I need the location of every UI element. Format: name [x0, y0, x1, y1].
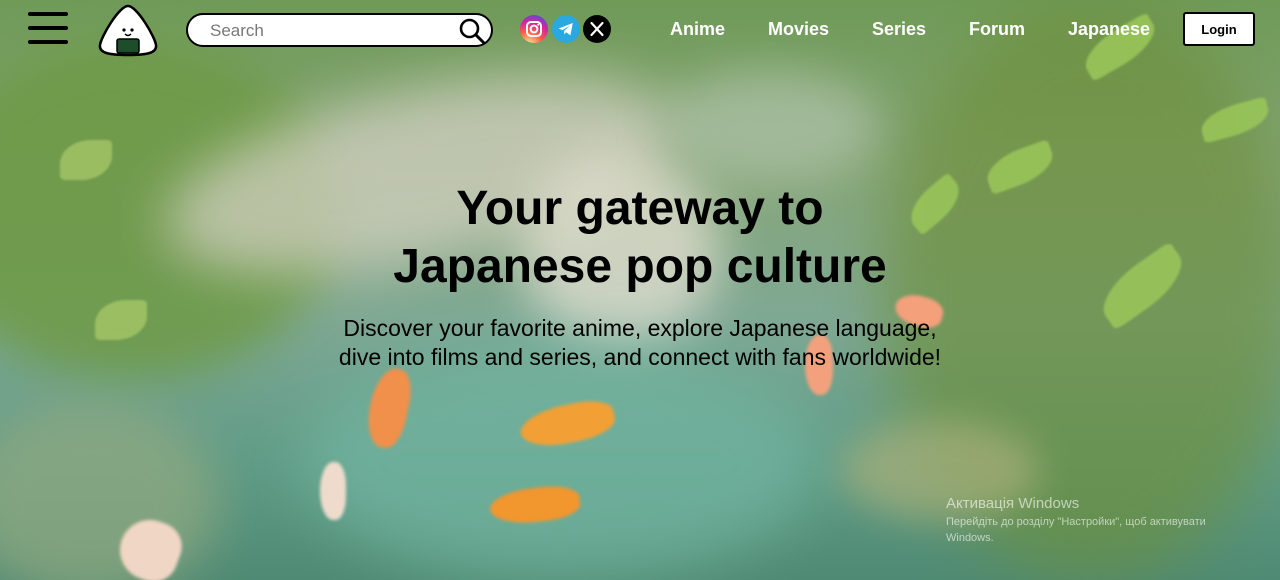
hero-title-line-1: Your gateway to	[456, 182, 824, 235]
onigiri-logo[interactable]	[97, 3, 159, 57]
search-bar	[186, 13, 493, 47]
hero-title-line-2: Japanese pop culture	[393, 240, 887, 293]
search-input[interactable]	[208, 15, 442, 47]
nav-anime[interactable]: Anime	[670, 19, 725, 40]
search-icon[interactable]	[458, 17, 486, 45]
windows-activation-watermark: Активація Windows Перейдіть до розділу "…	[946, 494, 1246, 546]
hero-subtitle: Discover your favorite anime, explore Ja…	[338, 315, 942, 370]
nav-forum[interactable]: Forum	[969, 19, 1025, 40]
hamburger-menu-icon[interactable]	[28, 12, 68, 44]
watermark-title: Активація Windows	[946, 495, 1080, 512]
login-button[interactable]: Login	[1183, 12, 1255, 46]
nav-movies[interactable]: Movies	[768, 19, 829, 40]
watermark-body: Перейдіть до розділу "Настройки", щоб ак…	[946, 516, 1206, 544]
instagram-icon[interactable]	[520, 15, 548, 43]
nav-japanese[interactable]: Japanese	[1068, 19, 1150, 40]
telegram-icon[interactable]	[552, 15, 580, 43]
site-header: Anime Movies Series Forum Japanese Login	[0, 0, 1280, 60]
x-icon[interactable]	[583, 15, 611, 43]
nav-series[interactable]: Series	[872, 19, 926, 40]
hero-title: Your gateway to Japanese pop culture	[290, 180, 990, 296]
